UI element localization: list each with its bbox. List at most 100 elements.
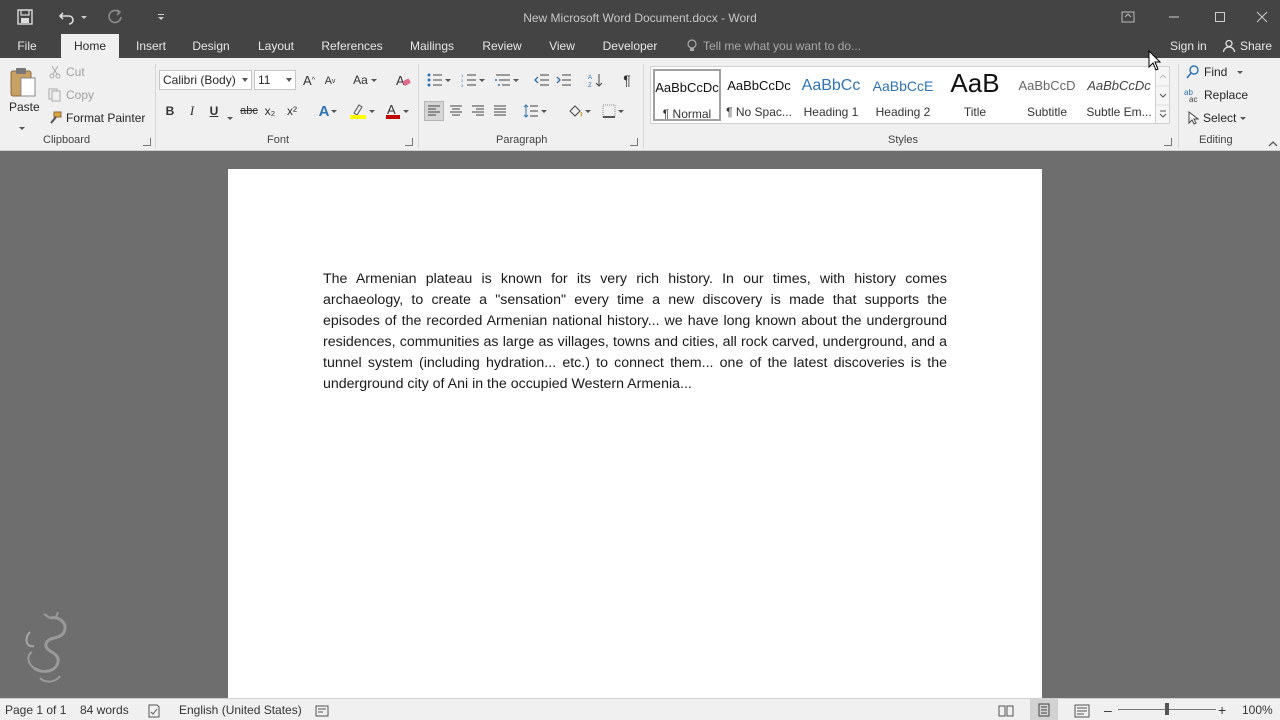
show-formatting-marks-button[interactable]: ¶ xyxy=(618,71,636,89)
clear-formatting-icon[interactable]: A xyxy=(394,71,412,89)
tell-me-search[interactable]: Tell me what you want to do... xyxy=(703,34,861,58)
style-preview: AaB xyxy=(950,69,1000,98)
read-mode-icon[interactable] xyxy=(998,703,1014,717)
replace-button[interactable]: ab ac Replace xyxy=(1184,88,1248,102)
borders-button[interactable] xyxy=(598,102,628,120)
style-normal[interactable]: AaBbCcDc ¶ Normal xyxy=(653,69,721,121)
page-count[interactable]: Page 1 of 1 xyxy=(5,699,66,720)
style-heading-1[interactable]: AaBbCc Heading 1 xyxy=(797,69,865,121)
format-painter-label: Format Painter xyxy=(66,111,146,125)
font-size-value: 11 xyxy=(258,73,271,87)
tab-insert[interactable]: Insert xyxy=(130,34,172,58)
macro-recording-icon[interactable] xyxy=(315,703,329,717)
copy-button[interactable]: Copy xyxy=(48,88,94,102)
paste-button[interactable]: Paste xyxy=(9,100,40,114)
strikethrough-button[interactable]: abc xyxy=(239,102,259,120)
group-divider xyxy=(1178,64,1179,148)
find-button[interactable]: Find xyxy=(1186,65,1244,79)
replace-icon: abac xyxy=(1184,88,1197,102)
tab-file[interactable]: File xyxy=(8,34,46,58)
font-color-button[interactable]: A xyxy=(382,102,412,120)
web-layout-icon[interactable] xyxy=(1074,703,1090,718)
close-icon[interactable] xyxy=(1243,0,1280,34)
style-preview: AaBbCcDc xyxy=(1087,78,1151,93)
sort-icon[interactable]: AZ xyxy=(587,71,605,89)
clipboard-group-label: Clipboard xyxy=(43,134,91,146)
superscript-button[interactable]: x² xyxy=(284,102,300,120)
proofing-icon[interactable] xyxy=(147,703,161,718)
style-title[interactable]: AaB Title xyxy=(941,69,1009,121)
replace-label: Replace xyxy=(1204,88,1249,102)
italic-button[interactable]: I xyxy=(184,102,200,120)
maximize-icon[interactable] xyxy=(1197,0,1243,34)
share-label: Share xyxy=(1240,39,1273,53)
bullets-button[interactable] xyxy=(424,71,454,89)
tab-references[interactable]: References xyxy=(318,34,386,58)
numbering-button[interactable]: 123 xyxy=(458,71,488,89)
tab-design[interactable]: Design xyxy=(188,34,234,58)
style-no-spacing[interactable]: AaBbCcDc ¶ No Spac... xyxy=(725,69,793,121)
shrink-font-icon[interactable]: Av xyxy=(322,72,338,90)
grow-font-icon[interactable]: A ^ xyxy=(300,71,318,89)
font-size-select[interactable]: 11 xyxy=(254,70,296,90)
mouse-cursor-icon xyxy=(1148,49,1162,75)
format-painter-button[interactable]: Format Painter xyxy=(48,111,145,125)
select-button[interactable]: Select xyxy=(1187,111,1247,125)
multilevel-list-icon xyxy=(495,74,510,86)
text-effects-button[interactable]: A xyxy=(314,102,342,120)
share-button[interactable]: Share xyxy=(1222,34,1272,58)
document-body[interactable]: The Armenian plateau is known for its ve… xyxy=(323,269,947,395)
tab-view[interactable]: View xyxy=(544,34,580,58)
underline-dropdown-icon[interactable] xyxy=(227,109,233,123)
zoom-in-button[interactable]: + xyxy=(1218,699,1226,720)
change-case-button[interactable]: Aa xyxy=(350,71,380,89)
style-name: Subtle Em... xyxy=(1086,105,1152,119)
sign-in-link[interactable]: Sign in xyxy=(1170,34,1207,58)
tab-layout[interactable]: Layout xyxy=(252,34,300,58)
align-left-icon[interactable] xyxy=(424,101,444,121)
cut-button[interactable]: Cut xyxy=(48,65,85,79)
justify-icon[interactable] xyxy=(491,102,509,120)
collapse-ribbon-icon[interactable] xyxy=(1268,137,1278,151)
shading-button[interactable] xyxy=(564,102,594,120)
ribbon-display-options-icon[interactable] xyxy=(1105,0,1151,34)
style-subtle-emphasis[interactable]: AaBbCcDc Subtle Em... xyxy=(1085,69,1153,121)
print-layout-icon[interactable] xyxy=(1030,699,1058,720)
style-heading-2[interactable]: AaBbCcE Heading 2 xyxy=(869,69,937,121)
style-preview: AaBbCcE xyxy=(872,78,934,94)
document-page[interactable]: The Armenian plateau is known for its ve… xyxy=(228,169,1042,709)
tab-home[interactable]: Home xyxy=(61,34,119,58)
align-center-icon[interactable] xyxy=(447,102,465,120)
tab-review[interactable]: Review xyxy=(478,34,526,58)
language-indicator[interactable]: English (United States) xyxy=(179,699,302,720)
zoom-out-button[interactable]: – xyxy=(1104,699,1112,720)
align-right-icon[interactable] xyxy=(469,102,487,120)
multilevel-list-button[interactable] xyxy=(492,71,522,89)
tab-developer[interactable]: Developer xyxy=(598,34,662,58)
numbering-icon: 123 xyxy=(461,73,476,87)
word-count[interactable]: 84 words xyxy=(80,699,129,720)
window-title: New Microsoft Word Document.docx - Word xyxy=(523,11,757,25)
magnifier-icon xyxy=(1186,65,1199,79)
line-spacing-button[interactable] xyxy=(520,102,550,120)
font-group-label: Font xyxy=(267,134,290,146)
decrease-indent-icon[interactable] xyxy=(533,71,551,89)
font-launcher-icon[interactable] xyxy=(405,138,413,146)
zoom-slider-thumb[interactable] xyxy=(1165,703,1169,715)
highlight-button[interactable] xyxy=(346,102,378,120)
subscript-button[interactable]: x₂ xyxy=(262,102,278,120)
tab-mailings[interactable]: Mailings xyxy=(404,34,460,58)
underline-button[interactable]: U xyxy=(206,102,222,120)
style-subtitle[interactable]: AaBbCcD Subtitle xyxy=(1013,69,1081,121)
font-family-select[interactable]: Calibri (Body) xyxy=(159,70,252,90)
paste-icon[interactable] xyxy=(8,66,38,98)
zoom-level[interactable]: 100% xyxy=(1242,699,1273,720)
clipboard-launcher-icon[interactable] xyxy=(143,138,151,146)
paste-dropdown-icon[interactable] xyxy=(19,119,25,133)
minimize-icon[interactable] xyxy=(1151,0,1197,34)
bold-button[interactable]: B xyxy=(162,102,178,120)
increase-indent-icon[interactable] xyxy=(555,71,573,89)
line-spacing-icon xyxy=(523,104,538,118)
paragraph-launcher-icon[interactable] xyxy=(630,138,638,146)
styles-launcher-icon[interactable] xyxy=(1164,138,1172,146)
